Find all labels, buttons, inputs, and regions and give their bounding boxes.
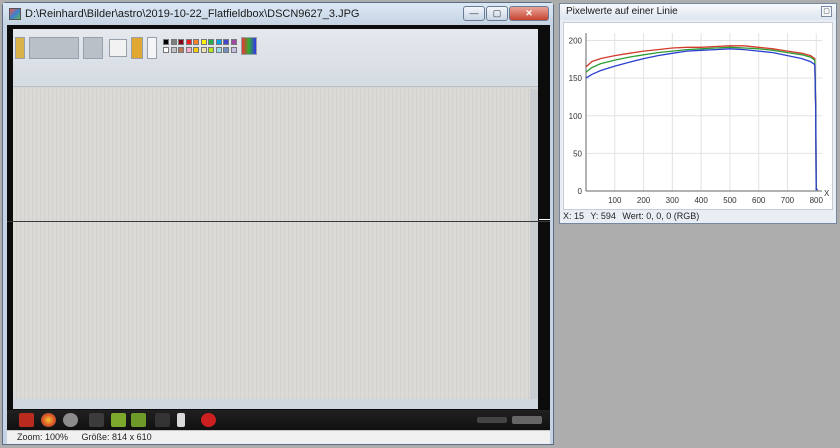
image-size-readout: Größe: 814 x 610 bbox=[81, 432, 152, 442]
profile-title-bar[interactable]: Pixelwerte auf einer Linie ▢ bbox=[560, 4, 836, 20]
title-bar[interactable]: D:\Reinhard\Bilder\astro\2019-10-22_Flat… bbox=[3, 3, 553, 25]
minimize-button[interactable]: — bbox=[463, 6, 485, 21]
series-line-3 bbox=[585, 48, 818, 191]
image-viewer-window: D:\Reinhard\Bilder\astro\2019-10-22_Flat… bbox=[2, 2, 554, 445]
line-profile-window: Pixelwerte auf einer Linie ▢ 100 200 300 40… bbox=[559, 3, 837, 224]
pixel-value-readout: Wert: 0, 0, 0 (RGB) bbox=[622, 211, 700, 221]
profile-line-handle[interactable] bbox=[539, 219, 550, 220]
restore-icon[interactable]: ▢ bbox=[821, 6, 832, 17]
series-line-1 bbox=[585, 45, 818, 191]
x-axis-label: X bbox=[824, 189, 830, 198]
x-readout: X: 15 bbox=[563, 211, 585, 221]
close-button[interactable]: ✕ bbox=[509, 6, 549, 21]
chart-svg: 100 200 300 400 500 600 700 800 0 50 100 150 200 X bbox=[569, 33, 830, 205]
x-tick-label: 500 bbox=[723, 196, 737, 205]
photographed-screen bbox=[13, 29, 538, 409]
x-tick-label: 800 bbox=[810, 196, 824, 205]
x-tick-label: 700 bbox=[781, 196, 795, 205]
y-readout: Y: 594 bbox=[590, 211, 616, 221]
photographed-taskbar bbox=[7, 410, 550, 430]
photographed-ribbon bbox=[13, 29, 538, 87]
profile-line[interactable] bbox=[7, 221, 550, 222]
series-line-2 bbox=[585, 46, 818, 191]
x-tick-label: 600 bbox=[752, 196, 766, 205]
x-tick-label: 300 bbox=[666, 196, 680, 205]
x-tick-label: 200 bbox=[637, 196, 651, 205]
photographed-canvas bbox=[13, 89, 530, 409]
y-tick-label: 0 bbox=[578, 187, 583, 196]
y-tick-label: 150 bbox=[569, 74, 583, 83]
image-display[interactable] bbox=[7, 25, 550, 430]
line-profile-chart: 100 200 300 400 500 600 700 800 0 50 100 150 200 X bbox=[563, 22, 833, 210]
x-tick-label: 100 bbox=[608, 196, 622, 205]
window-title: D:\Reinhard\Bilder\astro\2019-10-22_Flat… bbox=[25, 8, 360, 20]
maximize-button[interactable]: ▢ bbox=[486, 6, 508, 21]
y-tick-label: 100 bbox=[569, 112, 583, 121]
zoom-readout: Zoom: 100% bbox=[17, 432, 69, 442]
y-tick-label: 50 bbox=[573, 149, 582, 158]
app-icon bbox=[9, 8, 21, 20]
profile-window-title: Pixelwerte auf einer Linie bbox=[566, 6, 678, 17]
y-tick-label: 200 bbox=[569, 37, 583, 46]
status-bar: Zoom: 100% Größe: 814 x 610 bbox=[7, 430, 550, 444]
profile-status: X: 15 Y: 594 Wert: 0, 0, 0 (RGB) bbox=[563, 210, 833, 222]
x-tick-label: 400 bbox=[694, 196, 708, 205]
